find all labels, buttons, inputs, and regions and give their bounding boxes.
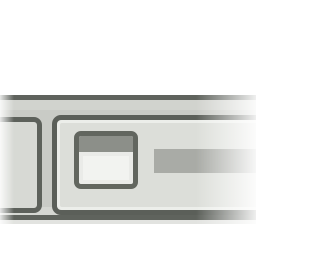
screen bbox=[0, 0, 256, 256]
taskbar-top-band bbox=[0, 100, 256, 110]
window-icon bbox=[74, 131, 138, 189]
taskbar-shadow bbox=[0, 220, 256, 224]
task-button-partial[interactable] bbox=[0, 117, 42, 213]
window-icon-client-area bbox=[83, 156, 129, 180]
task-button-label bbox=[154, 149, 256, 173]
window-icon-titlebar bbox=[79, 136, 133, 152]
